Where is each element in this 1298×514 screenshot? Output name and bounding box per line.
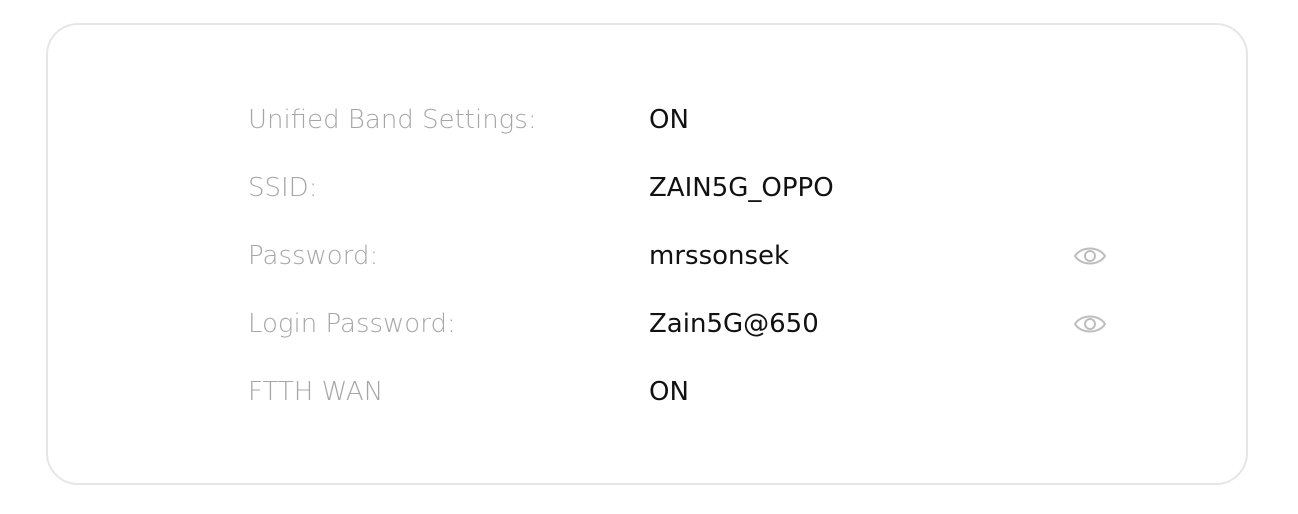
unified-band-label: Unified Band Settings: (248, 105, 537, 135)
password-value: mrssonsek (649, 241, 790, 271)
login-password-value: Zain5G@650 (649, 309, 819, 339)
row-login-password: Login Password: Zain5G@650 (48, 304, 1246, 344)
login-password-eye-icon[interactable] (1073, 310, 1107, 338)
ssid-value: ZAIN5G_OPPO (649, 173, 834, 203)
row-ssid: SSID: ZAIN5G_OPPO (48, 168, 1246, 208)
ftth-wan-value: ON (649, 377, 689, 407)
wifi-settings-card: Unified Band Settings: ON SSID: ZAIN5G_O… (46, 23, 1248, 485)
ssid-label: SSID: (248, 173, 318, 203)
password-eye-icon[interactable] (1073, 242, 1107, 270)
row-unified-band: Unified Band Settings: ON (48, 100, 1246, 140)
ftth-wan-label: FTTH WAN (248, 377, 384, 407)
row-password: Password: mrssonsek (48, 236, 1246, 276)
login-password-label: Login Password: (248, 309, 456, 339)
unified-band-value: ON (649, 105, 689, 135)
row-ftth-wan: FTTH WAN ON (48, 372, 1246, 412)
eye-icon (1073, 247, 1107, 265)
password-label: Password: (248, 241, 379, 271)
eye-icon (1073, 315, 1107, 333)
